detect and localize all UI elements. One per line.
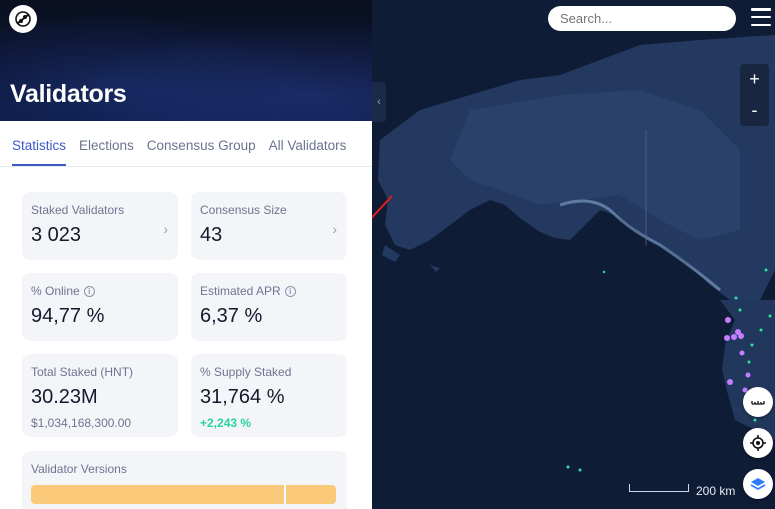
card-label: Staked Validators	[31, 203, 125, 217]
collapse-panel-button[interactable]: ‹	[372, 82, 386, 122]
card-label: Total Staked (HNT)	[31, 365, 134, 379]
crosshair-icon	[750, 435, 766, 451]
card-value: 3 023	[31, 224, 82, 246]
hamburger-icon-line	[751, 8, 771, 11]
search-input[interactable]	[548, 6, 736, 31]
card-label: % Online i	[31, 284, 95, 298]
helium-logo-icon[interactable]	[9, 5, 37, 33]
versions-bar[interactable]	[31, 485, 336, 504]
zoom-controls: + -	[740, 64, 769, 126]
chevron-left-icon: ‹	[377, 96, 381, 108]
supply-staked-card: % Supply Staked 31,764 % +2,243 %	[191, 354, 347, 437]
info-icon[interactable]: i	[284, 285, 296, 297]
card-label: % Supply Staked	[200, 365, 292, 379]
online-card: % Online i 94,77 %	[22, 273, 178, 341]
card-value: 6,37 %	[200, 305, 263, 327]
map-scale-bar	[629, 484, 689, 492]
estimated-apr-card: Estimated APR i 6,37 %	[191, 273, 347, 341]
card-value: 30.23M	[31, 386, 98, 408]
locate-button[interactable]	[743, 428, 773, 458]
tab-bar: Statistics Elections Consensus Group All…	[0, 121, 372, 167]
layers-icon	[750, 478, 766, 491]
tab-statistics[interactable]: Statistics	[12, 138, 67, 166]
card-label: Validator Versions	[31, 462, 127, 476]
card-label: Consensus Size	[200, 203, 287, 217]
chevron-right-icon: ›	[163, 221, 168, 237]
version-segment[interactable]	[31, 485, 285, 504]
staked-validators-card[interactable]: Staked Validators 3 023 ›	[22, 192, 178, 260]
page-title: Validators	[10, 80, 127, 108]
validator-versions-card: Validator Versions	[22, 451, 347, 509]
measure-button[interactable]	[743, 387, 773, 417]
card-value: 31,764 %	[200, 386, 285, 408]
card-subvalue: $1,034,168,300.00	[31, 416, 132, 430]
zoom-out-button[interactable]: -	[740, 95, 769, 126]
hero-header: Validators	[0, 0, 372, 121]
info-icon[interactable]: i	[83, 285, 95, 297]
zoom-in-button[interactable]: +	[740, 64, 769, 95]
total-staked-card: Total Staked (HNT) 30.23M $1,034,168,300…	[22, 354, 178, 437]
validators-panel: Validators Statistics Elections Consensu…	[0, 0, 372, 509]
card-value: 94,77 %	[31, 305, 105, 327]
menu-button[interactable]	[751, 8, 771, 26]
tab-elections[interactable]: Elections	[79, 138, 134, 166]
card-label: Estimated APR i	[200, 284, 296, 298]
card-delta: +2,243 %	[200, 416, 252, 430]
tab-consensus-group[interactable]: Consensus Group	[147, 138, 256, 166]
layers-button[interactable]	[743, 469, 773, 499]
hamburger-icon-line	[751, 23, 771, 26]
version-segment[interactable]	[284, 485, 336, 504]
tab-all-validators[interactable]: All Validators	[269, 138, 347, 166]
map-scale-label: 200 km	[696, 484, 736, 498]
chevron-right-icon: ›	[332, 221, 337, 237]
hamburger-icon-line	[751, 15, 771, 19]
card-value: 43	[200, 224, 223, 246]
consensus-size-card[interactable]: Consensus Size 43 ›	[191, 192, 347, 260]
ruler-icon	[751, 401, 765, 405]
